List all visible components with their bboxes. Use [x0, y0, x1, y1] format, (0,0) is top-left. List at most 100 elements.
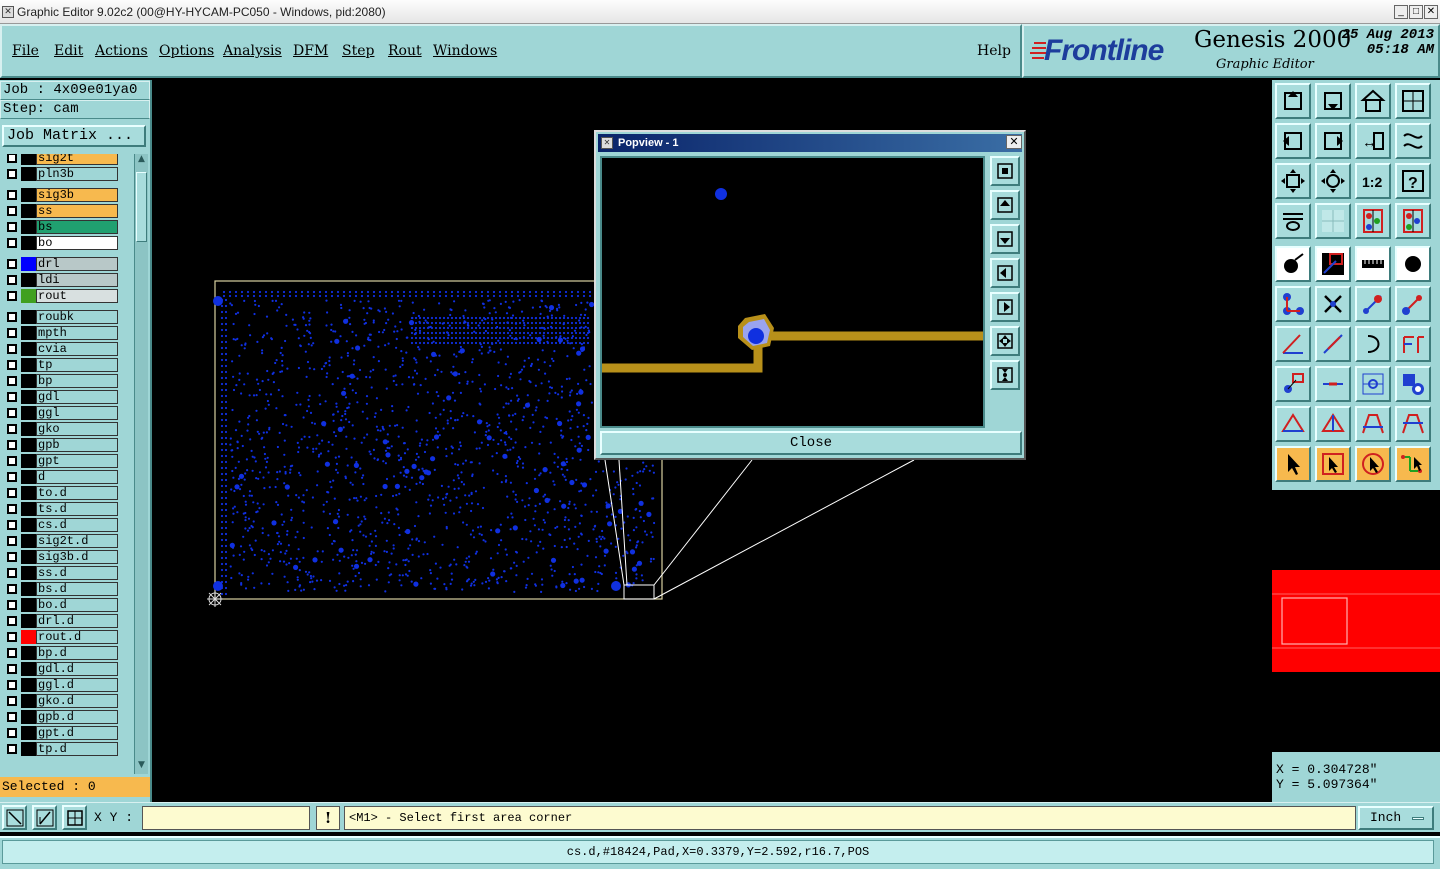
ruler-tool-button[interactable] [1355, 246, 1391, 282]
layer-checkbox[interactable] [7, 616, 17, 626]
layer-name[interactable]: ggl [36, 406, 118, 420]
layer-checkbox[interactable] [7, 440, 17, 450]
fork-tool-button[interactable] [1395, 326, 1431, 362]
layer-row-gpt-d[interactable]: gpt.d [0, 725, 120, 741]
layer-name[interactable]: pln3b [36, 167, 118, 181]
layer-name[interactable]: bo.d [36, 598, 118, 612]
popview-pan-down-button[interactable] [990, 224, 1020, 254]
layer-checkbox[interactable] [7, 648, 17, 658]
menu-file[interactable]: File [12, 43, 39, 59]
layer-checkbox[interactable] [7, 376, 17, 386]
layer-checkbox[interactable] [7, 222, 17, 232]
pad-add-tool-button[interactable] [1275, 246, 1311, 282]
layer-row-ggl[interactable]: ggl [0, 405, 120, 421]
layer-checkbox[interactable] [7, 328, 17, 338]
layer-row-to-d[interactable]: to.d [0, 485, 120, 501]
layer-name[interactable]: gdl.d [36, 662, 118, 676]
layer-checkbox[interactable] [7, 600, 17, 610]
layer-name[interactable]: to.d [36, 486, 118, 500]
layer-row-gdl[interactable]: gdl [0, 389, 120, 405]
layer-row-tp[interactable]: tp [0, 357, 120, 373]
layer-row-bo-d[interactable]: bo.d [0, 597, 120, 613]
layer-row-tp-d[interactable]: tp.d [0, 741, 120, 757]
layer-checkbox[interactable] [7, 360, 17, 370]
layer-checkbox[interactable] [7, 408, 17, 418]
job-matrix-button[interactable]: Job Matrix ... [2, 125, 146, 147]
slash-tool-button[interactable] [1315, 326, 1351, 362]
layer-checkbox[interactable] [7, 504, 17, 514]
layer-row-bs[interactable]: bs [0, 219, 120, 235]
layer-name[interactable]: tp [36, 358, 118, 372]
pan-up-tool-button[interactable] [1275, 83, 1311, 119]
layer-name[interactable]: bo [36, 236, 118, 250]
minimize-button[interactable]: _ [1394, 5, 1408, 19]
layer-checkbox[interactable] [7, 275, 17, 285]
layer-name[interactable]: ldi [36, 273, 118, 287]
select-pointer-circle-tool-button[interactable] [1355, 446, 1391, 482]
layer-checkbox[interactable] [7, 536, 17, 546]
pan-left-tool-button[interactable] [1275, 123, 1311, 159]
layer-row-cvia[interactable]: cvia [0, 341, 120, 357]
menu-edit[interactable]: Edit [54, 43, 83, 59]
home-tool-button[interactable] [1355, 83, 1391, 119]
unit-selector[interactable]: Inch [1358, 806, 1434, 830]
menu-step[interactable]: Step [342, 43, 374, 59]
redraw-tool-button[interactable] [1395, 123, 1431, 159]
layer-name[interactable]: cs.d [36, 518, 118, 532]
menu-dfm[interactable]: DFM [293, 43, 328, 59]
zoom-center-tool-button[interactable] [1315, 163, 1351, 199]
layer-checkbox[interactable] [7, 190, 17, 200]
layer-name[interactable]: sig2t [36, 154, 118, 165]
layer-row-ldi[interactable]: ldi [0, 272, 120, 288]
layer-row-ss-d[interactable]: ss.d [0, 565, 120, 581]
zoom-ratio-tool-button[interactable]: ↔ [1355, 123, 1391, 159]
angle-tool-button[interactable] [1275, 326, 1311, 362]
layer-name[interactable]: gko [36, 422, 118, 436]
pan-down-tool-button[interactable] [1315, 83, 1351, 119]
layer-checkbox[interactable] [7, 206, 17, 216]
select-pointer-box-tool-button[interactable] [1315, 446, 1351, 482]
zoom-fit-tool-button[interactable] [1275, 163, 1311, 199]
grid-icon[interactable] [62, 805, 87, 830]
layer-row-sig2t[interactable]: sig2t [0, 154, 120, 166]
menu-analysis[interactable]: Analysis [223, 43, 282, 59]
grid-toggle-tool-button[interactable] [1315, 203, 1351, 239]
layer-row-d[interactable]: d [0, 469, 120, 485]
measure-tool-tool-button[interactable] [1275, 203, 1311, 239]
scroll-up-icon[interactable]: ▲ [135, 154, 148, 168]
menu-actions[interactable]: Actions [95, 43, 148, 59]
layer-row-drl-d[interactable]: drl.d [0, 613, 120, 629]
layer-name[interactable]: gpt.d [36, 726, 118, 740]
layer-name[interactable]: ts.d [36, 502, 118, 516]
dash-tool-button[interactable] [1315, 366, 1351, 402]
pan-right-tool-button[interactable] [1315, 123, 1351, 159]
layer-name[interactable]: sig3b.d [36, 550, 118, 564]
arch-2-tool-button[interactable] [1395, 406, 1431, 442]
layer-row-ggl-d[interactable]: ggl.d [0, 677, 120, 693]
menu-options[interactable]: Options [159, 43, 214, 59]
layer-name[interactable]: roubk [36, 310, 118, 324]
layer-name[interactable]: ggl.d [36, 678, 118, 692]
layer-checkbox[interactable] [7, 169, 17, 179]
layer-row-gpb-d[interactable]: gpb.d [0, 709, 120, 725]
layer-row-sig3b[interactable]: sig3b [0, 187, 120, 203]
line-add-tool-button[interactable] [1355, 286, 1391, 322]
layer-row-gko-d[interactable]: gko.d [0, 693, 120, 709]
edit-shape-tool-button[interactable] [1315, 246, 1351, 282]
layer-name[interactable]: gko.d [36, 694, 118, 708]
menu-help[interactable]: Help [977, 43, 1011, 59]
menu-windows[interactable]: Windows [433, 43, 497, 59]
tri-2-tool-button[interactable] [1315, 406, 1351, 442]
layer-name[interactable]: cvia [36, 342, 118, 356]
layer-checkbox[interactable] [7, 259, 17, 269]
layer-row-bp-d[interactable]: bp.d [0, 645, 120, 661]
layer-row-gko[interactable]: gko [0, 421, 120, 437]
layer-name[interactable]: gpb [36, 438, 118, 452]
layer-row-mpth[interactable]: mpth [0, 325, 120, 341]
popview-pan-left-button[interactable] [990, 258, 1020, 288]
layer-checkbox[interactable] [7, 712, 17, 722]
layer-checkbox[interactable] [7, 472, 17, 482]
select-pointer-tool-button[interactable] [1275, 446, 1311, 482]
layer-row-pln3b[interactable]: pln3b [0, 166, 120, 182]
layer-checkbox[interactable] [7, 568, 17, 578]
